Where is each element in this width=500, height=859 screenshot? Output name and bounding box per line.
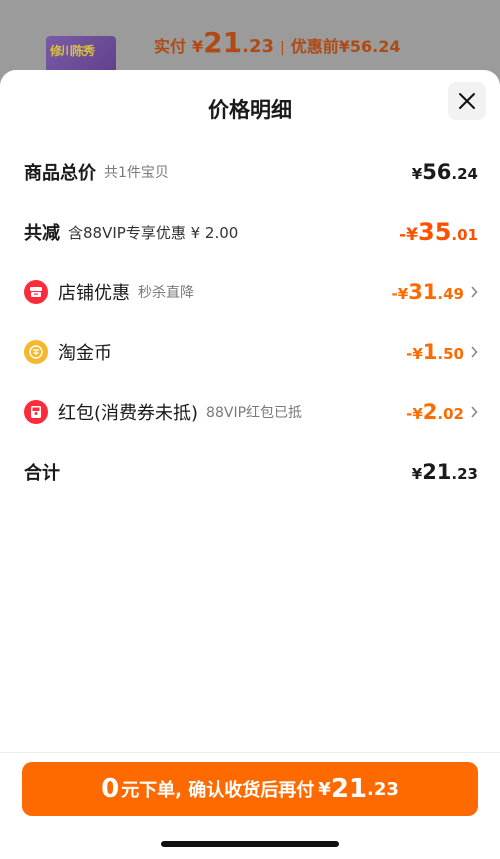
- background-price: 实付 ¥21.23 | 优惠前¥56.24: [154, 26, 401, 59]
- cta-zero: 0: [101, 774, 120, 804]
- reduce-int: 35: [418, 218, 452, 246]
- sum-currency: ¥: [411, 465, 423, 483]
- store-currency: -¥: [391, 285, 409, 303]
- chevron-right-icon: [470, 286, 478, 298]
- cta-currency: ¥: [318, 778, 331, 800]
- reduce-sub: 含88VIP专享优惠 ¥ 2.00: [68, 223, 239, 242]
- reduce-price: -¥ 35.01: [399, 218, 478, 246]
- cta-text: 元下单, 确认收货后再付: [121, 780, 315, 801]
- red-packet-icon: [24, 400, 48, 424]
- coin-int: 1: [422, 340, 438, 364]
- paid-label: 实付: [154, 37, 187, 56]
- redpack-dec: .02: [437, 405, 464, 423]
- red-packet-label: 红包(消费券未抵): [58, 403, 199, 424]
- reduce-dec: .01: [451, 226, 478, 244]
- reduce-currency: -¥: [399, 225, 419, 245]
- cta-dec: .23: [367, 778, 399, 800]
- sum-dec: .23: [451, 465, 478, 483]
- total-sub: 共1件宝贝: [104, 165, 169, 181]
- place-order-button[interactable]: 0 元下单, 确认收货后再付 ¥21.23: [22, 762, 478, 816]
- taojinbi-price: -¥ 1.50: [406, 340, 478, 364]
- total-currency: ¥: [411, 165, 423, 183]
- sum-int: 21: [422, 460, 452, 484]
- row-store-discount[interactable]: 店铺优惠 秒杀直降 -¥ 31.49: [24, 276, 478, 308]
- paid-currency: ¥: [192, 37, 204, 56]
- row-taojinbi[interactable]: 淘金币 -¥ 1.50: [24, 336, 478, 368]
- home-indicator: [161, 841, 339, 847]
- store-icon: [24, 280, 48, 304]
- sheet-title: 价格明细: [208, 98, 292, 122]
- sum-price: ¥21.23: [412, 460, 478, 484]
- paid-int: 21: [203, 26, 243, 59]
- total-price: ¥56.24: [412, 160, 478, 184]
- paid-dec: .23: [242, 36, 275, 57]
- chevron-right-icon: [470, 406, 478, 418]
- close-icon: [459, 93, 475, 109]
- redpack-int: 2: [422, 400, 438, 424]
- coin-dec: .50: [437, 345, 464, 363]
- redpack-currency: -¥: [406, 405, 423, 423]
- total-dec: .24: [451, 165, 478, 183]
- bottom-divider: [0, 752, 500, 753]
- store-discount-price: -¥ 31.49: [392, 280, 478, 304]
- store-discount-label: 店铺优惠: [58, 283, 130, 304]
- price-separator: |: [280, 40, 285, 56]
- price-detail-sheet: 价格明细 商品总价 共1件宝贝 ¥56.24 共减 含88VIP专享优惠 ¥ 2…: [0, 70, 500, 859]
- store-dec: .49: [437, 285, 464, 303]
- taojinbi-label: 淘金币: [58, 343, 112, 364]
- row-red-packet[interactable]: 红包(消费券未抵) 88VIP红包已抵 -¥ 2.02: [24, 396, 478, 428]
- cta-int: 21: [330, 774, 368, 804]
- close-button[interactable]: [448, 82, 486, 120]
- row-reduce: 共减 含88VIP专享优惠 ¥ 2.00 -¥ 35.01: [24, 216, 478, 248]
- coin-currency: -¥: [406, 345, 423, 363]
- pre-discount-label: 优惠前: [290, 37, 339, 56]
- row-total: 商品总价 共1件宝贝 ¥56.24: [24, 156, 478, 188]
- store-int: 31: [408, 280, 438, 304]
- product-thumbnail-text: 修川陈秀: [50, 44, 95, 58]
- row-sum: 合计 ¥21.23: [24, 456, 478, 488]
- coin-icon: [24, 340, 48, 364]
- reduce-label: 共减: [24, 223, 60, 244]
- red-packet-sub: 88VIP红包已抵: [206, 405, 303, 421]
- total-int: 56: [422, 160, 452, 184]
- store-discount-sub: 秒杀直降: [138, 285, 194, 301]
- pre-discount-price: ¥56.24: [338, 37, 401, 56]
- total-label: 商品总价: [24, 163, 96, 184]
- chevron-right-icon: [470, 346, 478, 358]
- red-packet-price: -¥ 2.02: [406, 400, 478, 424]
- sum-label: 合计: [24, 463, 60, 484]
